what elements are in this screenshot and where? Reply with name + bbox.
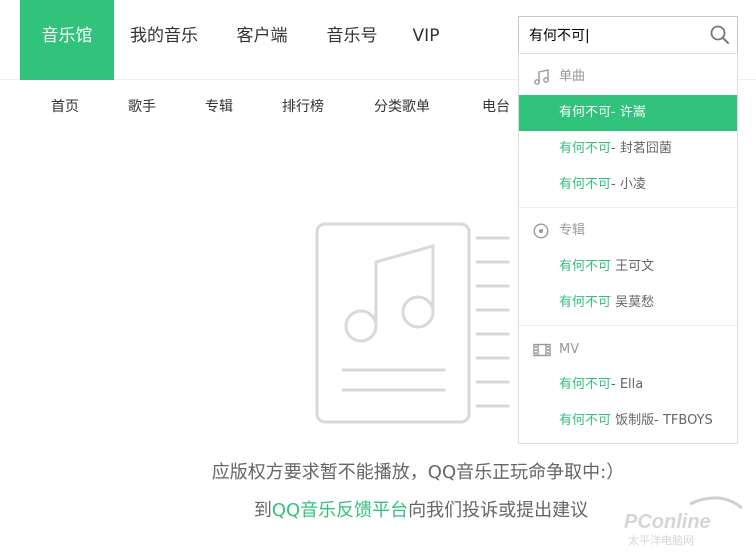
artist-text: 王可文 (611, 259, 655, 274)
search-input[interactable] (519, 17, 707, 53)
suggestion-album-1[interactable]: 有何不可 王可文 (519, 249, 737, 285)
sub-nav-item-charts[interactable]: 排行榜 (282, 96, 324, 118)
search-box (518, 16, 738, 54)
artist-text: - Ella (611, 377, 644, 392)
section-header-albums: 专辑 (519, 213, 737, 249)
section-title-songs: 单曲 (559, 69, 586, 84)
top-nav-item-music-account[interactable]: 音乐号 (310, 0, 394, 80)
svg-text:太平洋电脑网: 太平洋电脑网 (628, 533, 694, 546)
match-text: 有何不可 (559, 105, 612, 120)
match-text: 有何不可 (559, 259, 612, 274)
pconline-watermark: PConline 太平洋电脑网 (624, 496, 743, 546)
top-nav-item-client[interactable]: 客户端 (214, 0, 310, 80)
disc-icon (533, 223, 549, 239)
sub-nav-item-albums[interactable]: 专辑 (205, 96, 233, 118)
suggestion-song-1[interactable]: 有何不可- 许嵩 (519, 95, 737, 131)
music-note-icon (534, 69, 549, 85)
section-divider (519, 325, 737, 326)
copyright-message: 应版权方要求暂不能播放，QQ音乐正玩命争取中:） (211, 462, 625, 483)
section-divider (519, 207, 737, 208)
suggestion-song-3[interactable]: 有何不可- 小凌 (519, 167, 737, 203)
film-icon (533, 343, 551, 357)
suggestion-mv-2[interactable]: 有何不可 饭制版- TFBOYS (519, 403, 737, 439)
artist-text: 饭制版- TFBOYS (611, 413, 713, 428)
section-title-albums: 专辑 (559, 223, 586, 238)
music-document-icon (315, 222, 510, 424)
suggestion-album-2[interactable]: 有何不可 吴莫愁 (519, 285, 737, 321)
match-text: 有何不可 (559, 377, 612, 392)
feedback-prefix: 到 (253, 500, 272, 521)
top-nav-item-my-music[interactable]: 我的音乐 (114, 0, 214, 80)
search-suggestions-dropdown: 单曲 有何不可- 许嵩 有何不可- 封茗囧菌 有何不可- 小凌 专辑 有何不可 … (518, 53, 738, 444)
suggestion-song-2[interactable]: 有何不可- 封茗囧菌 (519, 131, 737, 167)
artist-text: - 小凌 (611, 177, 646, 192)
section-title-mv: MV (559, 342, 580, 357)
sub-nav-item-home[interactable]: 首页 (51, 96, 79, 118)
top-nav-item-music-hall[interactable]: 音乐馆 (20, 0, 114, 80)
artist-text: - 封茗囧菌 (611, 141, 672, 156)
match-text: 有何不可 (559, 177, 612, 192)
feedback-suffix: 向我们投诉或提出建议 (408, 500, 589, 521)
match-text: 有何不可 (559, 141, 612, 156)
artist-text: - 许嵩 (611, 105, 646, 120)
sub-nav-item-radio[interactable]: 电台 (482, 96, 510, 118)
section-header-mv: MV (519, 332, 737, 368)
section-header-songs: 单曲 (519, 59, 737, 95)
match-text: 有何不可 (559, 413, 612, 428)
sub-nav-item-playlists[interactable]: 分类歌单 (374, 96, 430, 118)
feedback-platform-link[interactable]: QQ音乐反馈平台 (272, 500, 408, 521)
sub-nav-item-singers[interactable]: 歌手 (128, 96, 156, 118)
top-nav-item-vip[interactable]: VIP (396, 0, 456, 80)
artist-text: 吴莫愁 (611, 295, 655, 310)
search-icon[interactable] (709, 24, 731, 46)
svg-text:PConline: PConline (624, 511, 711, 533)
match-text: 有何不可 (559, 295, 612, 310)
suggestion-mv-1[interactable]: 有何不可- Ella (519, 367, 737, 403)
